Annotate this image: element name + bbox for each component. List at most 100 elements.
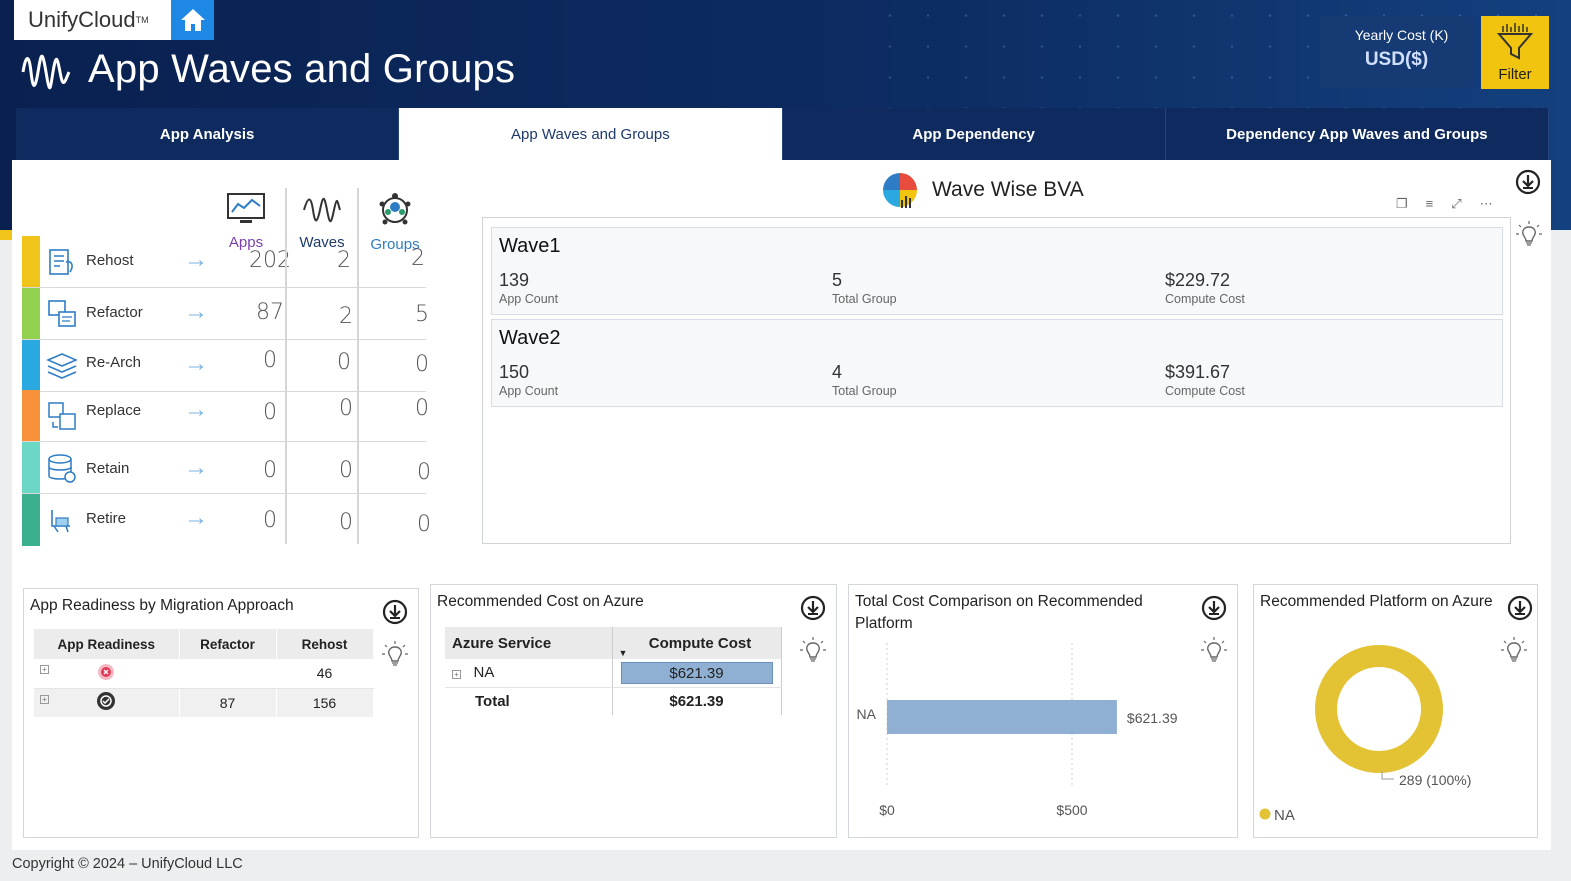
- tab-app-analysis[interactable]: App Analysis: [16, 108, 400, 160]
- column-header[interactable]: Compute Cost ▼: [612, 627, 782, 659]
- rehost-label: Rehost: [86, 252, 134, 269]
- bar[interactable]: [887, 700, 1117, 734]
- yearly-cost-selector[interactable]: Yearly Cost (K) USD($): [1320, 16, 1473, 88]
- readiness-table: App Readiness Refactor Rehost + 46 + 87 …: [34, 629, 374, 717]
- sort-desc-icon[interactable]: ▼: [619, 648, 628, 658]
- tab-app-dependency[interactable]: App Dependency: [782, 108, 1166, 160]
- insight-bulb-icon[interactable]: [1199, 635, 1229, 665]
- arrow-right-icon: →: [184, 298, 208, 325]
- replace-label: Replace: [86, 402, 142, 419]
- legend-marker: [1259, 808, 1271, 820]
- wave-name: Wave1: [499, 235, 561, 257]
- funnel-icon: [1496, 23, 1534, 60]
- ready-icon: [97, 692, 116, 711]
- not-ready-icon: [98, 663, 115, 680]
- app-count-value: 139: [499, 270, 530, 290]
- cost-value: $621.39: [620, 661, 773, 684]
- expand-icon[interactable]: +: [40, 665, 49, 674]
- rearch-color-bar: [22, 340, 40, 391]
- table-row[interactable]: + 87 156: [34, 688, 374, 717]
- replace-waves: 0: [339, 396, 353, 421]
- download-icon[interactable]: [1505, 593, 1535, 623]
- filter-icon[interactable]: ≡: [1426, 196, 1434, 212]
- azure-cost-title: Recommended Cost on Azure: [437, 593, 644, 610]
- rehost-icon: [49, 249, 73, 275]
- refactor-cell: 87: [179, 688, 277, 717]
- focus-mode-icon[interactable]: ⤢: [1451, 196, 1461, 212]
- wave-card[interactable]: Wave2 150 App Count 4 Total Group $391.6…: [491, 319, 1503, 407]
- download-icon[interactable]: [1199, 593, 1229, 623]
- retain-color-bar: [22, 442, 40, 493]
- app-count-label: App Count: [499, 292, 559, 306]
- summary-row-rearch[interactable]: Re-Arch → 0 0 0: [22, 340, 429, 392]
- arrow-right-icon: →: [184, 246, 208, 273]
- rehost-cell: 46: [276, 659, 374, 689]
- summary-row-rehost[interactable]: Rehost → 202 2 2: [22, 236, 426, 288]
- retire-label: Retire: [86, 510, 127, 527]
- refactor-icon: [48, 300, 76, 327]
- retain-groups: 0: [417, 460, 431, 485]
- tab-dependency-app-waves[interactable]: Dependency App Waves and Groups: [1165, 108, 1549, 160]
- monitor-icon: [227, 193, 265, 223]
- total-group-label: Total Group: [832, 384, 897, 398]
- expand-icon[interactable]: +: [40, 694, 49, 704]
- page-title: App Waves and Groups: [88, 46, 516, 91]
- table-row[interactable]: + NA $621.39: [445, 659, 782, 688]
- replace-color-bar: [22, 390, 40, 441]
- summary-row-replace[interactable]: Replace → 0 0 0: [22, 390, 429, 442]
- refactor-color-bar: [22, 288, 40, 339]
- arrow-right-icon: →: [184, 350, 208, 377]
- brand-name: UnifyCloud: [28, 7, 136, 32]
- download-icon[interactable]: [798, 593, 828, 623]
- replace-apps: 0: [263, 400, 277, 425]
- brand-logo[interactable]: UnifyCloud TM: [14, 0, 171, 40]
- y-category-label: NA: [857, 706, 877, 722]
- retain-label: Retain: [86, 460, 130, 477]
- retire-color-bar: [22, 494, 40, 546]
- page-title-block: App Waves and Groups: [20, 44, 515, 94]
- column-header[interactable]: Refactor: [179, 629, 277, 659]
- retain-icon: [48, 454, 76, 483]
- filter-button[interactable]: Filter: [1481, 16, 1549, 89]
- rearch-icon: [46, 353, 78, 379]
- slice-data-label: 289 (100%): [1399, 772, 1471, 788]
- app-count-value: 150: [499, 362, 530, 382]
- table-row[interactable]: + 46: [34, 659, 374, 689]
- bva-panel: Wave1 139 App Count 5 Total Group $229.7…: [482, 217, 1511, 544]
- currency-value: USD($): [1364, 49, 1429, 70]
- copy-icon[interactable]: ❐: [1396, 196, 1408, 212]
- azure-cost-card: Recommended Cost on Azure Azure Service …: [430, 584, 837, 838]
- cost-comparison-chart: $0 $500 NA $621.39: [857, 643, 1178, 818]
- bar-data-label: $621.39: [1127, 710, 1178, 726]
- groups-icon: [379, 193, 411, 225]
- refactor-waves: 2: [339, 304, 353, 329]
- summary-row-retire[interactable]: Retire → 0 0 0: [22, 494, 431, 546]
- column-divider: [285, 188, 287, 544]
- rearch-waves: 0: [337, 350, 351, 375]
- download-icon[interactable]: [380, 597, 410, 627]
- wave-card[interactable]: Wave1 139 App Count 5 Total Group $229.7…: [491, 227, 1503, 315]
- tab-app-waves-and-groups[interactable]: App Waves and Groups: [399, 108, 783, 160]
- insight-bulb-icon[interactable]: [1499, 635, 1529, 665]
- summary-row-refactor[interactable]: Refactor → 87 2 5: [22, 288, 429, 340]
- readiness-card: App Readiness by Migration Approach App …: [23, 588, 419, 838]
- bva-title: Wave Wise BVA: [932, 178, 1084, 201]
- total-group-value: 4: [832, 362, 843, 382]
- insight-bulb-icon[interactable]: [1514, 219, 1544, 249]
- column-header[interactable]: Rehost: [276, 629, 374, 659]
- column-header[interactable]: Azure Service: [445, 627, 613, 659]
- rehost-waves: 2: [337, 248, 351, 273]
- home-button[interactable]: [171, 0, 214, 40]
- insight-bulb-icon[interactable]: [798, 635, 828, 665]
- filter-label: Filter: [1498, 66, 1532, 83]
- summary-row-retain[interactable]: Retain → 0 0 0: [22, 442, 431, 494]
- insight-bulb-icon[interactable]: [380, 639, 410, 669]
- column-header[interactable]: App Readiness: [34, 629, 180, 659]
- download-icon[interactable]: [1513, 167, 1543, 197]
- expand-icon[interactable]: +: [452, 670, 461, 680]
- legend-label[interactable]: NA: [1274, 807, 1295, 824]
- retire-waves: 0: [339, 510, 353, 535]
- more-options-icon[interactable]: ⋯: [1480, 196, 1493, 212]
- donut-slice[interactable]: [1315, 645, 1443, 773]
- compute-cost-label: Compute Cost: [1165, 384, 1245, 398]
